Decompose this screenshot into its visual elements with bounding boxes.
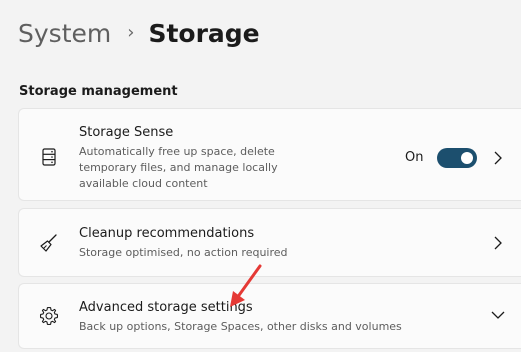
toggle-knob (461, 152, 473, 164)
broom-icon (40, 234, 57, 252)
storage-drive-icon (42, 148, 56, 166)
section-title-storage-management: Storage management (19, 84, 178, 99)
storage-sense-text: Storage Sense Automatically free up spac… (79, 124, 309, 192)
storage-sense-description: Automatically free up space, delete temp… (79, 145, 278, 190)
breadcrumb: System › Storage (18, 16, 260, 52)
cleanup-description: Storage optimised, no action required (79, 246, 288, 259)
page-title: Storage (148, 19, 260, 48)
breadcrumb-separator: › (127, 22, 135, 43)
cleanup-title: Cleanup recommendations (79, 226, 255, 241)
storage-sense-toggle-label: On (405, 150, 424, 165)
advanced-storage-text: Advanced storage settings Back up option… (79, 299, 459, 335)
annotation-arrow-icon (230, 264, 262, 307)
storage-sense-toggle[interactable] (437, 148, 477, 168)
chevron-right-icon[interactable] (493, 151, 503, 165)
breadcrumb-system-link[interactable]: System (18, 16, 111, 52)
advanced-storage-title: Advanced storage settings (79, 300, 253, 315)
advanced-storage-settings-card[interactable]: Advanced storage settings Back up option… (18, 283, 521, 349)
advanced-storage-description: Back up options, Storage Spaces, other d… (79, 320, 402, 333)
cleanup-recommendations-card[interactable]: Cleanup recommendations Storage optimise… (18, 208, 521, 277)
cleanup-text: Cleanup recommendations Storage optimise… (79, 225, 379, 261)
storage-sense-card[interactable]: Storage Sense Automatically free up spac… (18, 108, 521, 201)
chevron-right-icon[interactable] (493, 236, 503, 250)
chevron-down-icon[interactable] (491, 310, 505, 320)
gear-icon (39, 306, 59, 326)
storage-sense-title: Storage Sense (79, 125, 174, 140)
